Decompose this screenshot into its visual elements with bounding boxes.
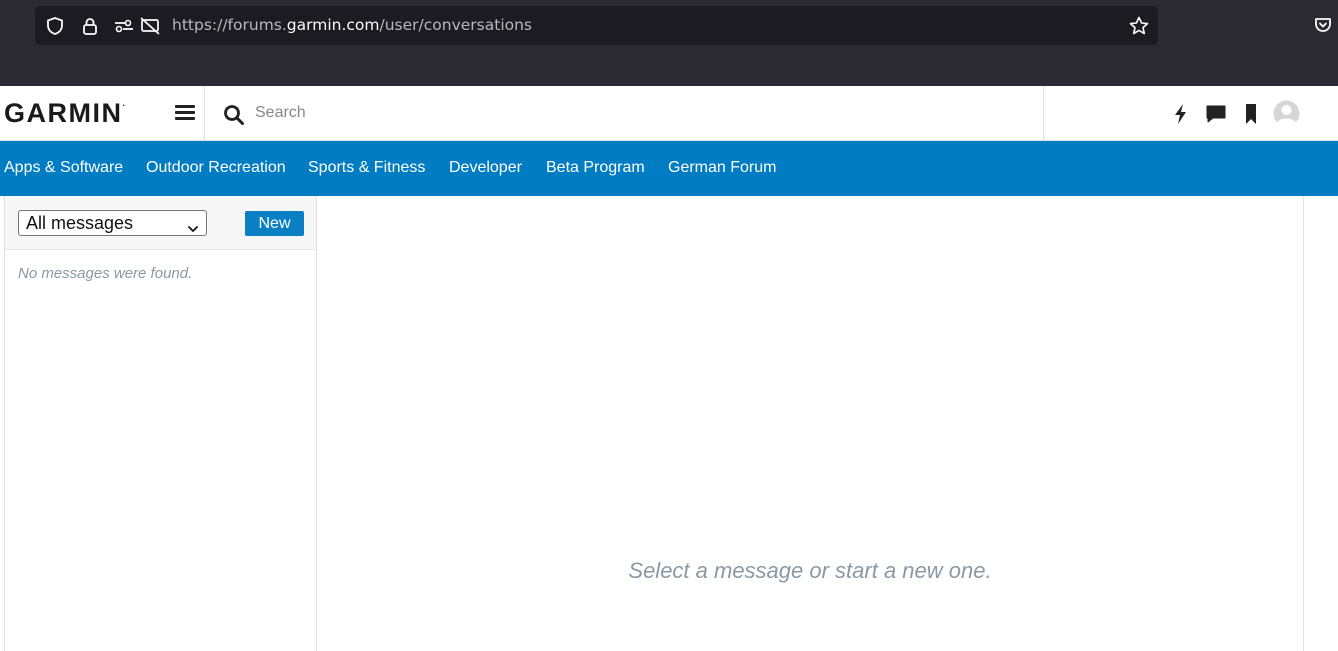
logo-text: GARMIN <box>4 98 123 128</box>
user-avatar-icon[interactable] <box>1273 100 1300 128</box>
search-input[interactable] <box>255 100 1015 126</box>
conversations-panel: All messages New No messages were found.… <box>4 196 1304 651</box>
nav-item-beta-program[interactable]: Beta Program <box>546 159 645 177</box>
url-path: /user/conversations <box>379 16 533 34</box>
nav-item-sports-fitness[interactable]: Sports & Fitness <box>308 159 425 177</box>
search-area <box>204 86 1044 141</box>
permissions-icon[interactable] <box>113 15 135 37</box>
lightning-icon[interactable] <box>1169 102 1193 126</box>
search-icon[interactable] <box>223 104 245 126</box>
nav-item-outdoor-recreation[interactable]: Outdoor Recreation <box>146 159 286 177</box>
tracking-blocked-icon[interactable] <box>139 15 161 37</box>
chevron-down-icon <box>187 217 199 232</box>
url-prefix: https://forums. <box>172 16 287 34</box>
site-header: GARMIN. <box>0 86 1338 141</box>
conversation-list-pane: All messages New No messages were found. <box>5 196 317 651</box>
shield-icon[interactable] <box>44 15 66 37</box>
url-bar[interactable]: https://forums.garmin.com/user/conversat… <box>35 6 1158 45</box>
forum-nav-bar: Apps & Software Outdoor Recreation Sport… <box>0 141 1338 196</box>
chat-icon[interactable] <box>1204 102 1228 126</box>
nav-item-german-forum[interactable]: German Forum <box>668 159 776 177</box>
lock-icon[interactable] <box>79 15 101 37</box>
nav-item-apps-software[interactable]: Apps & Software <box>4 159 123 177</box>
url-host: garmin.com <box>286 16 380 34</box>
url-text[interactable]: https://forums.garmin.com/user/conversat… <box>172 16 532 34</box>
conversation-view-pane: Select a message or start a new one. <box>317 196 1303 651</box>
pocket-icon[interactable] <box>1313 15 1335 37</box>
bookmark-star-icon[interactable] <box>1128 15 1150 37</box>
empty-list-message: No messages were found. <box>18 265 193 282</box>
empty-conversation-message: Select a message or start a new one. <box>628 558 992 583</box>
nav-item-developer[interactable]: Developer <box>449 159 522 177</box>
garmin-logo[interactable]: GARMIN. <box>4 98 125 129</box>
browser-toolbar: https://forums.garmin.com/user/conversat… <box>0 0 1338 86</box>
message-filter-select[interactable]: All messages <box>18 210 207 236</box>
new-message-button[interactable]: New <box>245 211 304 236</box>
bookmark-icon[interactable] <box>1239 102 1263 126</box>
logo-mark: . <box>122 98 126 108</box>
filter-selected-value: All messages <box>26 213 134 233</box>
menu-icon[interactable] <box>175 105 195 121</box>
conversation-list-toolbar: All messages New <box>5 196 316 250</box>
